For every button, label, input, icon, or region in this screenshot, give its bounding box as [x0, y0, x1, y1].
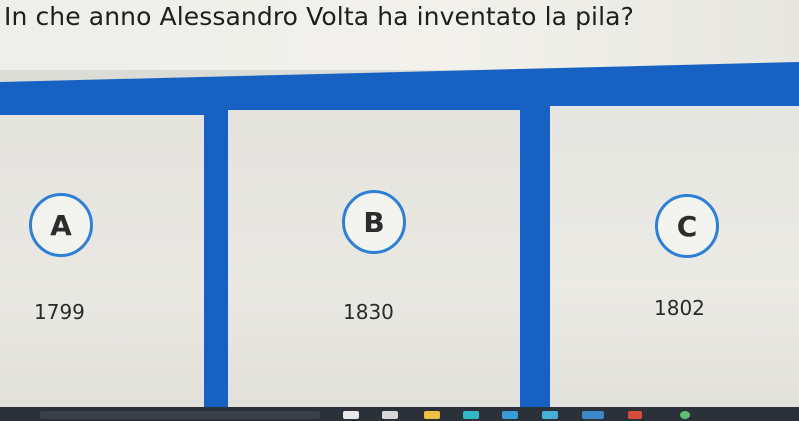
taskbar-folder-icon[interactable] [424, 411, 440, 419]
answer-letter-c: C [655, 194, 719, 258]
answer-option-b[interactable] [228, 110, 520, 407]
question-text: In che anno Alessandro Volta ha inventat… [4, 2, 634, 31]
taskbar-app-icon[interactable] [382, 411, 398, 419]
answer-year-b: 1830 [343, 300, 394, 324]
taskbar-app-icon[interactable] [343, 411, 359, 419]
question-header: In che anno Alessandro Volta ha inventat… [0, 0, 799, 70]
answer-letter-b: B [342, 190, 406, 254]
taskbar-app-icon[interactable] [502, 411, 518, 419]
taskbar-app-icon[interactable] [582, 411, 604, 419]
taskbar [0, 407, 799, 421]
answer-option-a[interactable] [0, 115, 204, 407]
taskbar-app-icon[interactable] [542, 411, 558, 419]
taskbar-app-icon[interactable] [628, 411, 642, 419]
taskbar-search-box[interactable] [40, 411, 320, 419]
answer-year-c: 1802 [654, 296, 705, 320]
answer-year-a: 1799 [34, 300, 85, 324]
answer-letter-a: A [29, 193, 93, 257]
taskbar-app-icon[interactable] [680, 411, 690, 419]
answer-option-c[interactable] [550, 106, 799, 407]
taskbar-app-icon[interactable] [463, 411, 479, 419]
